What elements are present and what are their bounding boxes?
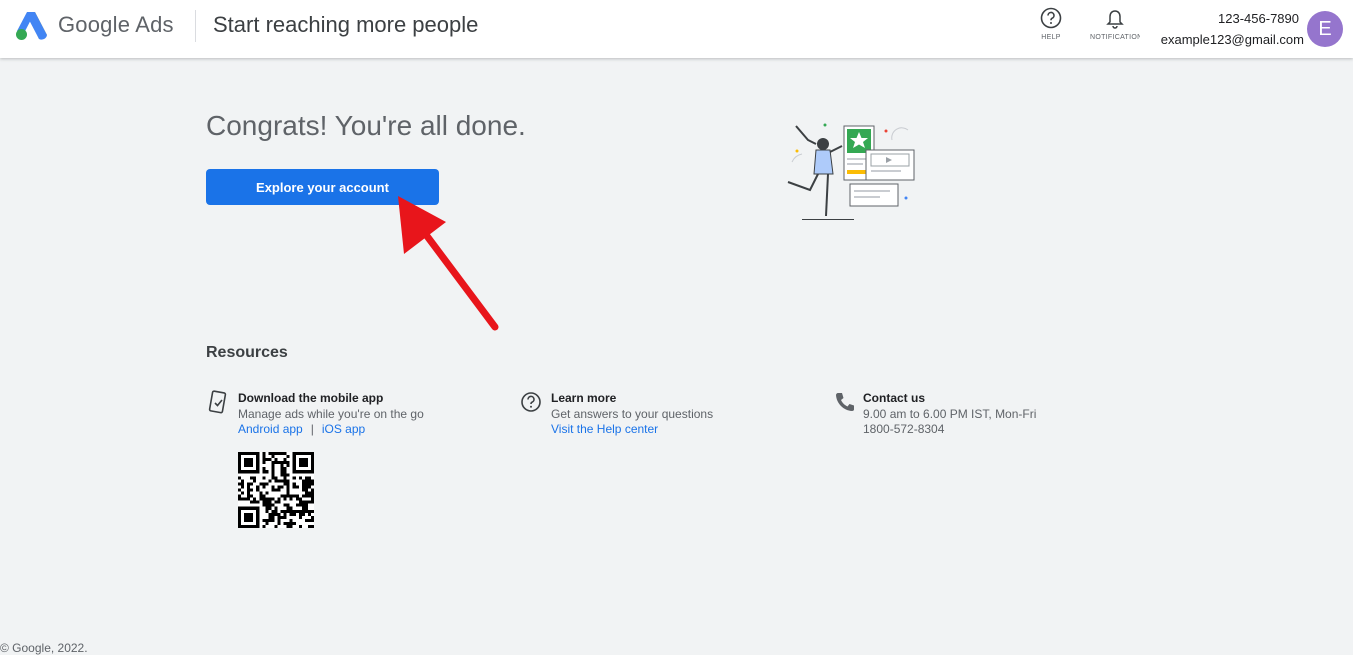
learn-more-title: Learn more (551, 391, 617, 405)
help-icon (1040, 7, 1062, 29)
celebration-illustration (787, 123, 915, 220)
annotation-arrow-icon (398, 196, 499, 331)
contact-phone[interactable]: 1800-572-8304 (863, 422, 1036, 438)
resources-heading: Resources (206, 344, 288, 361)
phone-call-icon (836, 393, 854, 411)
brand-name: Google Ads (58, 12, 174, 37)
learn-more-description: Get answers to your questions (551, 406, 714, 421)
footer-copyright: © Google, 2022. (0, 641, 88, 655)
help-center-link[interactable]: Visit the Help center (551, 422, 658, 436)
mobile-app-description: Manage ads while you're on the go (238, 406, 424, 421)
phone-device-icon (208, 390, 227, 414)
account-email[interactable]: example123@gmail.com (1161, 32, 1304, 47)
link-separator: | (310, 422, 314, 436)
mobile-app-title: Download the mobile app (238, 391, 384, 405)
android-app-link[interactable]: Android app (238, 422, 303, 436)
congrats-heading: Congrats! You're all done. (206, 110, 526, 141)
contact-hours: 9.00 am to 6.00 PM IST, Mon-Fri (863, 406, 1037, 421)
top-bar: Google Ads Start reaching more people HE… (0, 0, 1353, 58)
bell-icon (1106, 10, 1124, 29)
ios-app-link[interactable]: iOS app (322, 422, 365, 436)
help-label: HELP (1041, 34, 1061, 41)
qr-code-icon (238, 452, 314, 528)
help-button[interactable]: HELP (1030, 6, 1072, 48)
notifications-button[interactable]: NOTIFICATIONS (1090, 6, 1140, 48)
notifications-label: NOTIFICATIONS (1090, 34, 1140, 41)
avatar[interactable]: E (1307, 11, 1343, 47)
page-title: Start reaching more people (213, 12, 479, 37)
google-ads-logo-icon[interactable] (14, 11, 48, 41)
contact-title: Contact us (863, 391, 926, 405)
help-circle-icon (521, 392, 541, 412)
account-phone[interactable]: 123-456-7890 (1218, 11, 1299, 26)
header-divider (195, 10, 196, 42)
